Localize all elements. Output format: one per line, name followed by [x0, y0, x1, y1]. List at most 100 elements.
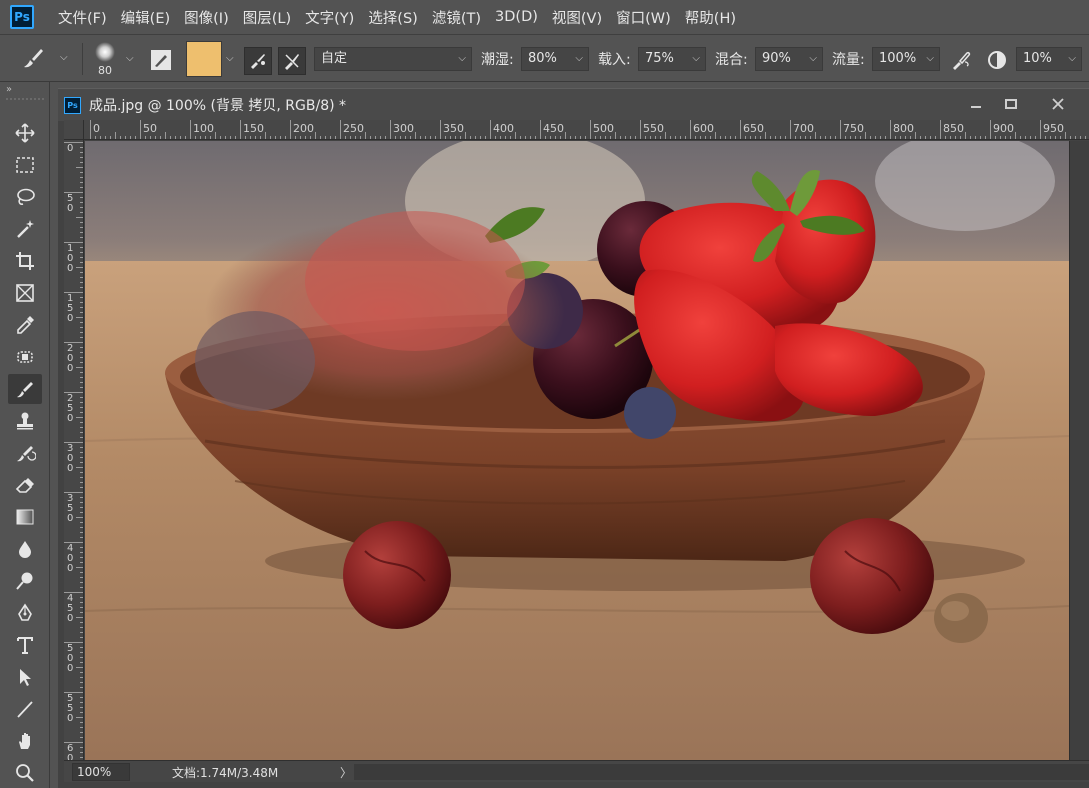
- ruler-minor-tick: [960, 136, 961, 139]
- chevron-down-icon[interactable]: ⌵: [126, 53, 134, 64]
- brush-settings-button[interactable]: [148, 47, 174, 73]
- mixer-brush-tool[interactable]: [8, 374, 42, 404]
- chevron-down-icon[interactable]: ⌵: [226, 53, 234, 64]
- clone-stamp-tool[interactable]: [8, 406, 42, 436]
- smoothing-input[interactable]: 10% ⌵: [1016, 47, 1082, 71]
- vertical-ruler[interactable]: 0 50 100 150 200 250 300 350 400 450 500 550 600: [64, 140, 84, 760]
- ruler-tick: [890, 120, 891, 139]
- ruler-label: 300: [67, 443, 74, 474]
- ruler-minor-tick: [685, 136, 686, 139]
- type-tool[interactable]: [8, 630, 42, 660]
- menu-filter[interactable]: 滤镜(T): [432, 7, 481, 28]
- zoom-tool[interactable]: [8, 758, 42, 788]
- ruler-tick: [390, 120, 391, 139]
- ruler-minor-tick: [80, 207, 83, 208]
- hand-tool[interactable]: [8, 726, 42, 756]
- load-input[interactable]: 75% ⌵: [638, 47, 706, 71]
- flow-input[interactable]: 100% ⌵: [872, 47, 940, 71]
- ruler-minor-tick: [845, 136, 846, 139]
- blur-tool[interactable]: [8, 534, 42, 564]
- path-selection-tool[interactable]: [8, 662, 42, 692]
- zoom-field[interactable]: 100%: [72, 763, 130, 781]
- spot-healing-tool[interactable]: [8, 342, 42, 372]
- panel-grip[interactable]: [6, 98, 44, 102]
- eraser-tool[interactable]: [8, 470, 42, 500]
- menu-help[interactable]: 帮助(H): [685, 7, 736, 28]
- mixer-preset-select[interactable]: 自定 ⌵: [314, 47, 472, 71]
- menu-image[interactable]: 图像(I): [184, 7, 229, 28]
- clean-brush-button[interactable]: [278, 47, 306, 75]
- frame-tool[interactable]: [8, 278, 42, 308]
- ruler-tick: [690, 120, 691, 139]
- document-size-info[interactable]: 文档:1.74M/3.48M: [172, 764, 278, 781]
- stamp-icon: [17, 412, 33, 430]
- ruler-minor-tick: [450, 136, 451, 139]
- brush-size-picker[interactable]: 80: [90, 39, 120, 79]
- history-brush-icon: [17, 446, 36, 462]
- menu-type[interactable]: 文字(Y): [305, 7, 354, 28]
- close-button[interactable]: [1048, 95, 1068, 113]
- ruler-tick: [640, 120, 641, 139]
- ruler-minor-tick: [280, 136, 281, 139]
- ruler-minor-tick: [80, 482, 83, 483]
- menu-edit[interactable]: 编辑(E): [121, 7, 170, 28]
- wet-input[interactable]: 80% ⌵: [521, 47, 589, 71]
- photoshop-logo: Ps: [10, 5, 34, 29]
- menu-select[interactable]: 选择(S): [368, 7, 418, 28]
- horizontal-ruler[interactable]: 0 50 100 150 200 250 300 350 400 450 500 550 600 650 7…: [84, 120, 1089, 140]
- maximize-button[interactable]: [1001, 95, 1021, 113]
- ruler-minor-tick: [210, 136, 211, 139]
- menu-view[interactable]: 视图(V): [552, 7, 602, 28]
- minimize-icon: [971, 106, 981, 108]
- history-brush-tool[interactable]: [8, 438, 42, 468]
- dodge-tool[interactable]: [8, 566, 42, 596]
- ruler-minor-tick: [80, 537, 83, 538]
- tool-preset-picker[interactable]: ⌵: [8, 43, 68, 73]
- ruler-origin[interactable]: [64, 120, 84, 140]
- lasso-tool[interactable]: [8, 182, 42, 212]
- chevron-right-icon[interactable]: 〉: [340, 764, 352, 781]
- minimize-button[interactable]: [966, 95, 986, 113]
- ruler-minor-tick: [365, 132, 366, 139]
- ruler-minor-tick: [80, 697, 83, 698]
- arrow-icon: [20, 669, 31, 686]
- eyedropper-tool[interactable]: [8, 310, 42, 340]
- gradient-tool[interactable]: [8, 502, 42, 532]
- airbrush-button[interactable]: [948, 47, 974, 73]
- ruler-tick: [840, 120, 841, 139]
- collapse-icon[interactable]: ››: [6, 84, 12, 95]
- ruler-minor-tick: [635, 136, 636, 139]
- ruler-minor-tick: [915, 132, 916, 139]
- crop-tool[interactable]: [8, 246, 42, 276]
- color-swatch[interactable]: [186, 41, 222, 77]
- marquee-tool[interactable]: [8, 150, 42, 180]
- move-icon: [15, 123, 35, 143]
- vertical-scrollbar[interactable]: [1069, 141, 1089, 760]
- ruler-minor-tick: [80, 552, 83, 553]
- mix-input[interactable]: 90% ⌵: [755, 47, 823, 71]
- smoothing-button[interactable]: [984, 47, 1010, 73]
- menu-layer[interactable]: 图层(L): [243, 7, 291, 28]
- magic-wand-tool[interactable]: [8, 214, 42, 244]
- load-brush-button[interactable]: [244, 47, 272, 75]
- menu-3d[interactable]: 3D(D): [495, 9, 538, 25]
- menu-file[interactable]: 文件(F): [58, 7, 107, 28]
- ruler-minor-tick: [130, 136, 131, 139]
- droplet-icon: [19, 541, 31, 558]
- horizontal-scrollbar[interactable]: [354, 764, 1089, 780]
- canvas[interactable]: [85, 141, 1069, 760]
- ruler-minor-tick: [350, 136, 351, 139]
- bandage-icon: [17, 351, 33, 363]
- ruler-minor-tick: [160, 136, 161, 139]
- ruler-minor-tick: [370, 136, 371, 139]
- pen-tool[interactable]: [8, 598, 42, 628]
- document-tab[interactable]: Ps 成品.jpg @ 100% (背景 拷贝, RGB/8) *: [58, 89, 1089, 121]
- ruler-minor-tick: [80, 327, 83, 328]
- ruler-minor-tick: [80, 752, 83, 753]
- mixer-preset-value: 自定: [321, 51, 348, 66]
- move-tool[interactable]: [8, 118, 42, 148]
- menu-window[interactable]: 窗口(W): [616, 7, 671, 28]
- line-tool[interactable]: [8, 694, 42, 724]
- ruler-minor-tick: [80, 437, 83, 438]
- ruler-minor-tick: [80, 747, 83, 748]
